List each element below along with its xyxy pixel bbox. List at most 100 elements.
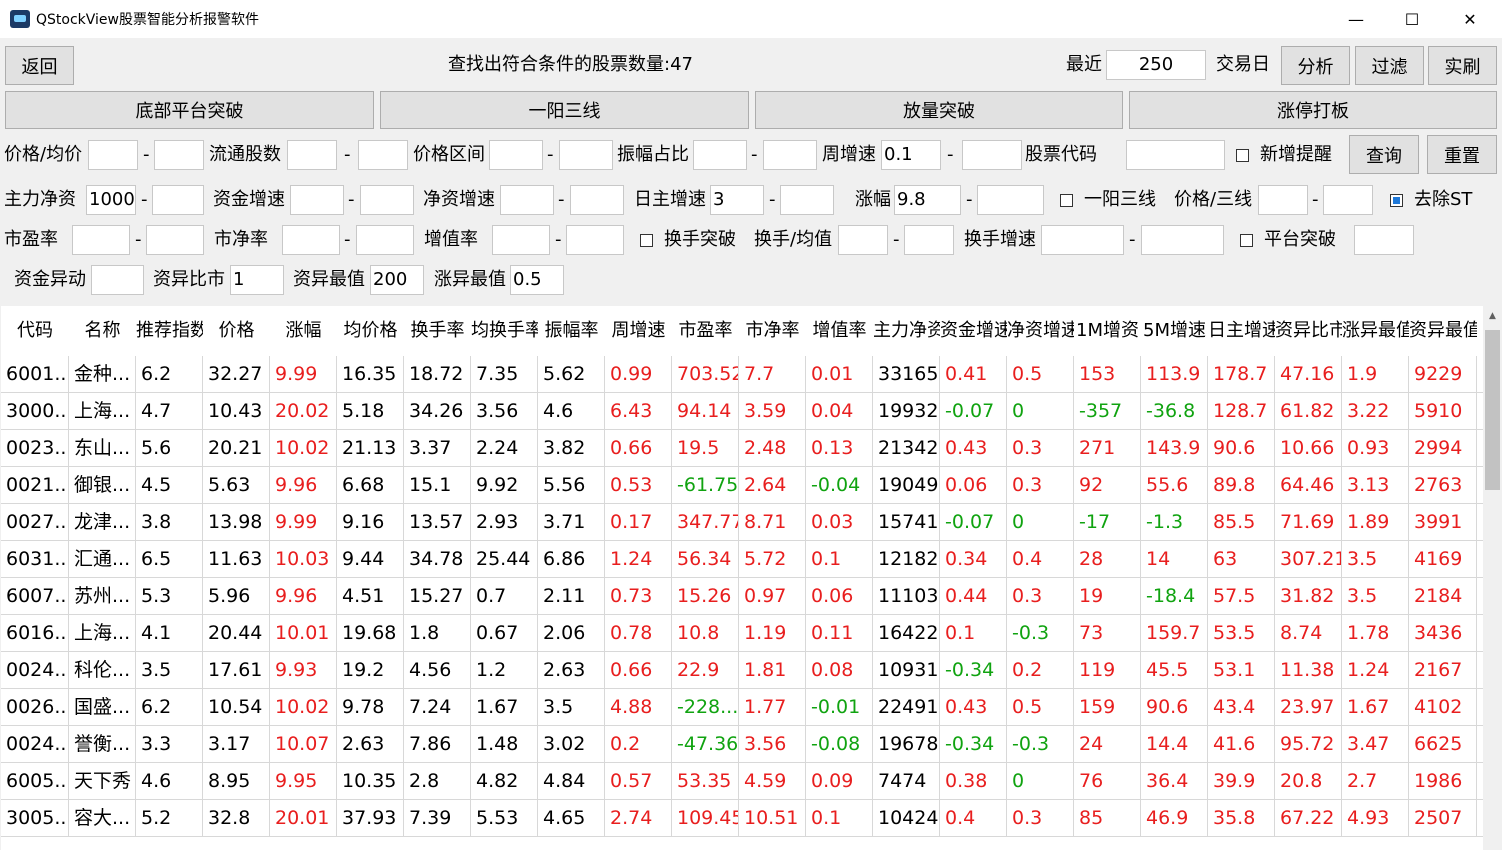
column-header[interactable]: 周增速 (605, 306, 672, 356)
main-net-min-input[interactable]: 1000 (86, 185, 136, 215)
table-row[interactable]: 6005... 天下秀 4.6 8.95 9.95 10.35 2.8 4.82 4.84 0.5… (1, 763, 1483, 800)
weekly-speed-min-input[interactable]: 0.1 (881, 140, 941, 170)
net-speed-min-input[interactable] (500, 185, 554, 215)
change-max-input[interactable] (977, 185, 1044, 215)
net-speed-max-input[interactable] (570, 185, 624, 215)
table-cell: 25.44 (471, 541, 538, 578)
amplitude-min-input[interactable] (693, 140, 747, 170)
table-row[interactable]: 6016... 上海... 4.1 20.44 10.01 19.68 1.8 0.67 2.0… (1, 615, 1483, 652)
remove-st-checkbox[interactable] (1390, 194, 1403, 207)
minimize-button[interactable]: — (1328, 0, 1384, 38)
column-header[interactable]: 市盈率 (672, 306, 739, 356)
column-header[interactable]: 代码 (1, 306, 69, 356)
maximize-button[interactable]: ☐ (1384, 0, 1440, 38)
price-range-min-input[interactable] (489, 140, 543, 170)
fund-abnormal-input[interactable] (91, 265, 144, 295)
column-header[interactable]: 换手率 (404, 306, 471, 356)
pb-min-input[interactable] (282, 225, 340, 255)
asset-ratio-input[interactable]: 1 (230, 265, 284, 295)
weekly-speed-max-input[interactable] (962, 140, 1022, 170)
asset-max-input[interactable]: 200 (370, 265, 424, 295)
float-shares-min-input[interactable] (287, 140, 337, 170)
price-line-max-input[interactable] (1323, 185, 1373, 215)
column-header[interactable]: 增值率 (806, 306, 873, 356)
turnover-avg-min-input[interactable] (838, 225, 888, 255)
yiyang-checkbox[interactable] (1060, 194, 1073, 207)
table-cell: 53.35 (672, 763, 739, 800)
column-header[interactable]: 净资增速 (1007, 306, 1074, 356)
scroll-up-icon[interactable]: ▲ (1483, 308, 1502, 324)
turnover-avg-max-input[interactable] (904, 225, 954, 255)
column-header[interactable]: 主力净资 (873, 306, 940, 356)
column-header[interactable]: 5M增速 (1141, 306, 1208, 356)
fund-speed-max-input[interactable] (360, 185, 414, 215)
price-range-max-input[interactable] (559, 140, 613, 170)
recent-days-input[interactable]: 250 (1106, 50, 1206, 80)
platform-break-input[interactable] (1354, 225, 1414, 255)
pb-max-input[interactable] (356, 225, 414, 255)
column-header[interactable]: 资金增速 (940, 306, 1007, 356)
strategy-limit-up-button[interactable]: 涨停打板 (1129, 91, 1497, 129)
turnover-break-checkbox[interactable] (640, 234, 653, 247)
column-header[interactable]: 名称 (69, 306, 136, 356)
daily-main-max-input[interactable] (780, 185, 834, 215)
strategy-yiyang-button[interactable]: 一阳三线 (380, 91, 749, 129)
pe-max-input[interactable] (146, 225, 204, 255)
filter-button[interactable]: 过滤 (1355, 46, 1424, 85)
table-row[interactable]: 0026... 国盛... 6.2 10.54 10.02 9.78 7.24 1.67 3.5… (1, 689, 1483, 726)
table-row[interactable]: 6001... 金种... 6.2 32.27 9.99 16.35 18.72 7.35 5.… (1, 356, 1483, 393)
table-row[interactable]: 0021... 御银... 4.5 5.63 9.96 6.68 15.1 9.92 5.56 0… (1, 467, 1483, 504)
pe-min-input[interactable] (72, 225, 130, 255)
table-row[interactable]: 0024... 科伦... 3.5 17.61 9.93 19.2 4.56 1.2 2.63 0… (1, 652, 1483, 689)
daily-main-min-input[interactable]: 3 (710, 185, 764, 215)
amplitude-max-input[interactable] (763, 140, 817, 170)
stock-code-input[interactable] (1126, 140, 1225, 170)
strategy-volume-break-button[interactable]: 放量突破 (755, 91, 1123, 129)
table-row[interactable]: 3000... 上海... 4.7 10.43 20.02 5.18 34.26 3.56 4.… (1, 393, 1483, 430)
strategy-bottom-platform-button[interactable]: 底部平台突破 (5, 91, 374, 129)
table-row[interactable]: 6031... 汇通... 6.5 11.63 10.03 9.44 34.78 25.44 6… (1, 541, 1483, 578)
column-header[interactable]: 推荐指数 (136, 306, 203, 356)
column-header[interactable]: 1M增资 (1074, 306, 1141, 356)
price-avg-max-input[interactable] (154, 140, 204, 170)
stock-table[interactable]: 代码 名称 推荐指数 价格 涨幅 均价格 换手率 均换手率 振幅率 周增速 市盈率 市净率 增值率 主力净… (1, 306, 1483, 850)
column-header[interactable]: 资异比市 (1275, 306, 1342, 356)
table-row[interactable]: 3005... 容大... 5.2 32.8 20.01 37.93 7.39 5.53 4.6… (1, 800, 1483, 837)
column-header[interactable]: 市净率 (739, 306, 806, 356)
float-shares-max-input[interactable] (358, 140, 408, 170)
close-button[interactable]: ✕ (1442, 0, 1498, 38)
column-header[interactable]: 涨幅 (270, 306, 337, 356)
column-header[interactable]: 价格 (203, 306, 270, 356)
back-button[interactable]: 返回 (5, 46, 74, 85)
price-line-min-input[interactable] (1258, 185, 1308, 215)
main-net-max-input[interactable] (152, 185, 204, 215)
column-header[interactable]: 日主增速 (1208, 306, 1275, 356)
turnover-speed-min-input[interactable] (1041, 225, 1124, 255)
vertical-scrollbar[interactable]: ▲ (1483, 306, 1502, 850)
growth-max-input[interactable] (566, 225, 624, 255)
growth-min-input[interactable] (492, 225, 550, 255)
price-avg-min-input[interactable] (88, 140, 138, 170)
scroll-thumb[interactable] (1485, 330, 1500, 490)
reset-button[interactable]: 重置 (1427, 135, 1497, 174)
table-row[interactable]: 6007... 苏州... 5.3 5.96 9.96 4.51 15.27 0.7 2.11 0… (1, 578, 1483, 615)
new-alert-checkbox[interactable] (1236, 149, 1249, 162)
platform-break-checkbox[interactable] (1240, 234, 1253, 247)
column-header[interactable]: 振幅率 (538, 306, 605, 356)
query-button[interactable]: 查询 (1349, 135, 1419, 174)
realtime-button[interactable]: 实刷 (1428, 46, 1497, 85)
column-header[interactable]: 均价格 (337, 306, 404, 356)
column-header[interactable]: 资异最值 (1409, 306, 1477, 356)
table-cell: 2167 (1409, 652, 1477, 689)
table-cell: 4.6 (538, 393, 605, 430)
fund-speed-min-input[interactable] (290, 185, 344, 215)
turnover-speed-max-input[interactable] (1141, 225, 1224, 255)
table-row[interactable]: 0023... 东山... 5.6 20.21 10.02 21.13 3.37 2.24 3.… (1, 430, 1483, 467)
change-min-input[interactable]: 9.8 (894, 185, 961, 215)
table-row[interactable]: 0024... 誉衡... 3.3 3.17 10.07 2.63 7.86 1.48 3.02… (1, 726, 1483, 763)
table-row[interactable]: 0027... 龙津... 3.8 13.98 9.99 9.16 13.57 2.93 3.7… (1, 504, 1483, 541)
analyze-button[interactable]: 分析 (1281, 46, 1350, 85)
change-max-input[interactable]: 0.5 (510, 265, 564, 295)
column-header[interactable]: 涨异最值 (1342, 306, 1409, 356)
column-header[interactable]: 均换手率 (471, 306, 538, 356)
